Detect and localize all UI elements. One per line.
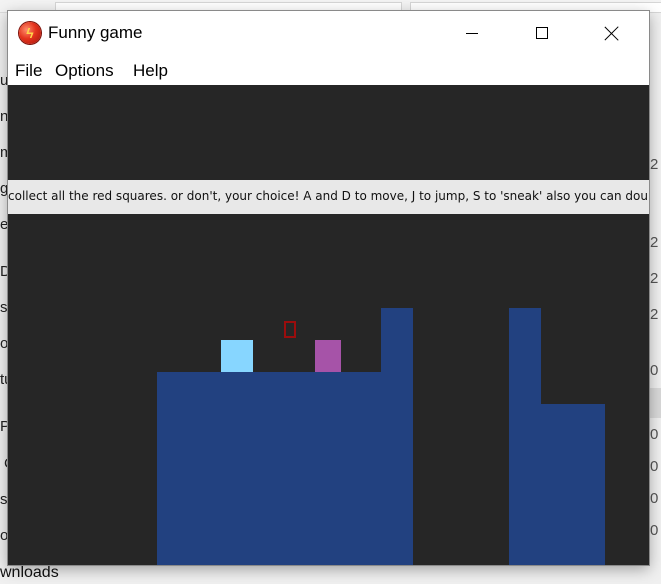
menu-file[interactable]: File [15, 61, 42, 81]
background-text-fragment: 2 [650, 156, 659, 173]
minimize-button[interactable] [449, 11, 495, 55]
background-text-fragment: 2 [650, 270, 659, 287]
background-text-fragment: 0 [650, 490, 659, 507]
menu-help[interactable]: Help [133, 61, 168, 81]
background-selected-row [648, 388, 661, 418]
platform-main [157, 372, 413, 565]
menu-bar: File Options Help [8, 57, 649, 84]
background-downloads-label: wnloads [0, 564, 59, 581]
instruction-text: collect all the red squares. or don't, y… [8, 189, 649, 203]
menu-options[interactable]: Options [55, 61, 114, 81]
background-text-fragment: 0 [650, 458, 659, 475]
background-text-fragment: 2 [650, 306, 659, 323]
player-character [221, 340, 253, 372]
purple-character [315, 340, 341, 372]
window-title: Funny game [48, 23, 143, 42]
background-text-fragment: 0 [650, 522, 659, 539]
maximize-button[interactable] [519, 11, 565, 55]
wall-pillar-left [381, 308, 413, 372]
instruction-bar: collect all the red squares. or don't, y… [8, 180, 649, 214]
minimize-icon [466, 32, 478, 34]
background-text-fragment: 0 [650, 426, 659, 443]
background-text-fragment: s [0, 491, 8, 508]
title-bar[interactable]: ϟ Funny game [8, 11, 649, 55]
maximize-icon [536, 27, 548, 39]
close-icon [605, 26, 619, 40]
platform-right-step [541, 404, 605, 565]
background-text-fragment: 0 [650, 362, 659, 379]
background-status-area [0, 566, 661, 584]
app-flame-icon: ϟ [19, 22, 41, 44]
wall-pillar-right [509, 308, 541, 565]
red-square-collectible [284, 321, 296, 338]
background-text-fragment: 2 [650, 234, 659, 251]
background-text-fragment: s [0, 299, 8, 316]
game-window: ϟ Funny game File Options Help collect a… [8, 11, 649, 565]
game-canvas[interactable]: collect all the red squares. or don't, y… [8, 85, 649, 565]
close-button[interactable] [589, 11, 635, 55]
